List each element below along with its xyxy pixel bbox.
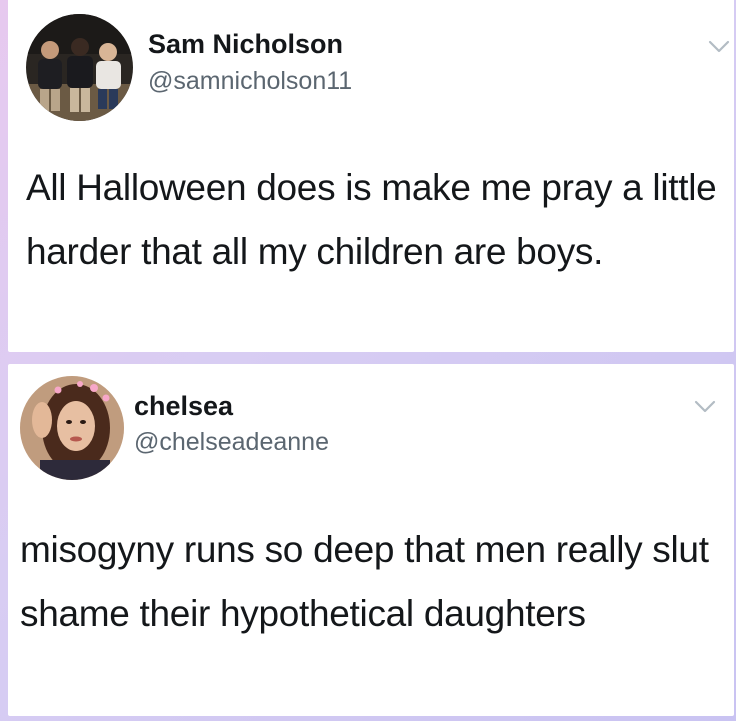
display-name[interactable]: Sam Nicholson: [148, 29, 343, 60]
avatar[interactable]: [20, 376, 124, 480]
tweet-text: All Halloween does is make me pray a lit…: [26, 167, 717, 272]
selfie-avatar-icon: [20, 376, 124, 480]
tweet-text: misogyny runs so deep that men really sl…: [20, 529, 709, 634]
avatar[interactable]: [26, 14, 133, 121]
tweet-card[interactable]: chelsea @chelseadeanne misogyny runs so …: [8, 364, 734, 716]
user-handle[interactable]: @samnicholson11: [148, 67, 352, 96]
chevron-down-icon[interactable]: [694, 400, 716, 414]
user-handle[interactable]: @chelseadeanne: [134, 428, 329, 457]
group-photo-avatar-icon: [26, 14, 133, 121]
tweet-card[interactable]: Sam Nicholson @samnicholson11 All Hallow…: [8, 0, 734, 352]
chevron-down-icon[interactable]: [708, 40, 730, 54]
display-name[interactable]: chelsea: [134, 391, 233, 422]
